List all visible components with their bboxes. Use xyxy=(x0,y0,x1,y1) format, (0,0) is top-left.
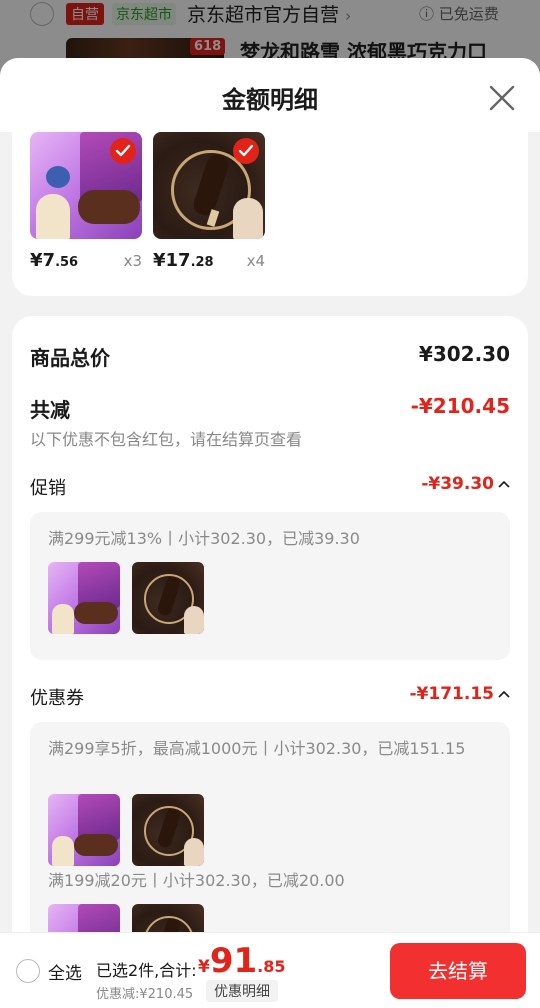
coupon-product-thumb xyxy=(132,794,204,866)
discount-detail-button[interactable]: 优惠明细 xyxy=(206,980,278,1002)
coupon-value: -¥171.15 xyxy=(409,684,495,704)
product-image xyxy=(30,132,142,239)
checkout-button[interactable]: 去结算 xyxy=(390,943,526,999)
checkout-bar: 全选 已选2件,合计: ¥91.85 优惠减:¥210.45 优惠明细 去结算 xyxy=(0,932,540,1008)
amount-detail-sheet: 金额明细 ¥7.56 x3 ¥17.28 x4 商品总价 ¥302.30 共减 … xyxy=(0,58,540,1008)
promotion-rule: 满299元减13%丨小计302.30，已减39.30 xyxy=(48,529,360,548)
check-icon xyxy=(110,138,136,164)
selected-count: 已选2件,合计: xyxy=(96,961,197,980)
coupon-product-thumb xyxy=(48,794,120,866)
total-price-label: 商品总价 xyxy=(30,346,110,370)
product-quantity: x3 xyxy=(123,252,142,270)
chevron-up-icon xyxy=(498,690,510,698)
discount-note: 以下优惠不包含红包，请在结算页查看 xyxy=(30,430,303,449)
promotion-product-thumb xyxy=(132,562,204,634)
coupon-label: 优惠券 xyxy=(30,688,84,709)
promotion-product-thumb xyxy=(48,562,120,634)
product-item[interactable]: ¥17.28 x4 xyxy=(153,132,265,271)
discount-summary: 优惠减:¥210.45 xyxy=(96,987,194,1002)
product-price: ¥7.56 xyxy=(30,250,79,271)
check-icon xyxy=(233,138,259,164)
sheet-title: 金额明细 xyxy=(222,86,318,114)
promotion-label: 促销 xyxy=(30,478,66,499)
product-item[interactable]: ¥7.56 x3 xyxy=(30,132,142,271)
coupon-rule: 满299享5折，最高减1000元丨小计302.30，已减151.15 xyxy=(48,739,466,758)
total-discount-label: 共减 xyxy=(30,398,70,422)
amount-summary-card: 商品总价 ¥302.30 共减 -¥210.45 以下优惠不包含红包，请在结算页… xyxy=(12,316,528,1008)
total-discount-value: -¥210.45 xyxy=(410,394,510,418)
select-all-label[interactable]: 全选 xyxy=(48,959,82,984)
promotion-toggle[interactable]: -¥39.30 xyxy=(421,474,510,494)
sheet-header: 金额明细 xyxy=(0,58,540,132)
close-icon[interactable] xyxy=(486,82,518,114)
total-amount: ¥91.85 xyxy=(198,941,286,981)
selected-products-card: ¥7.56 x3 ¥17.28 x4 xyxy=(12,132,528,296)
select-all-radio[interactable] xyxy=(16,959,40,983)
coupon-toggle[interactable]: -¥171.15 xyxy=(410,684,511,704)
total-price-value: ¥302.30 xyxy=(418,342,510,366)
promotion-detail-box: 满299元减13%丨小计302.30，已减39.30 xyxy=(30,512,510,660)
product-price: ¥17.28 xyxy=(153,250,214,271)
product-quantity: x4 xyxy=(246,252,265,270)
coupon-rule: 满199减20元丨小计302.30，已减20.00 xyxy=(48,871,345,890)
product-image xyxy=(153,132,265,239)
promotion-value: -¥39.30 xyxy=(421,474,494,494)
chevron-up-icon xyxy=(498,480,510,488)
